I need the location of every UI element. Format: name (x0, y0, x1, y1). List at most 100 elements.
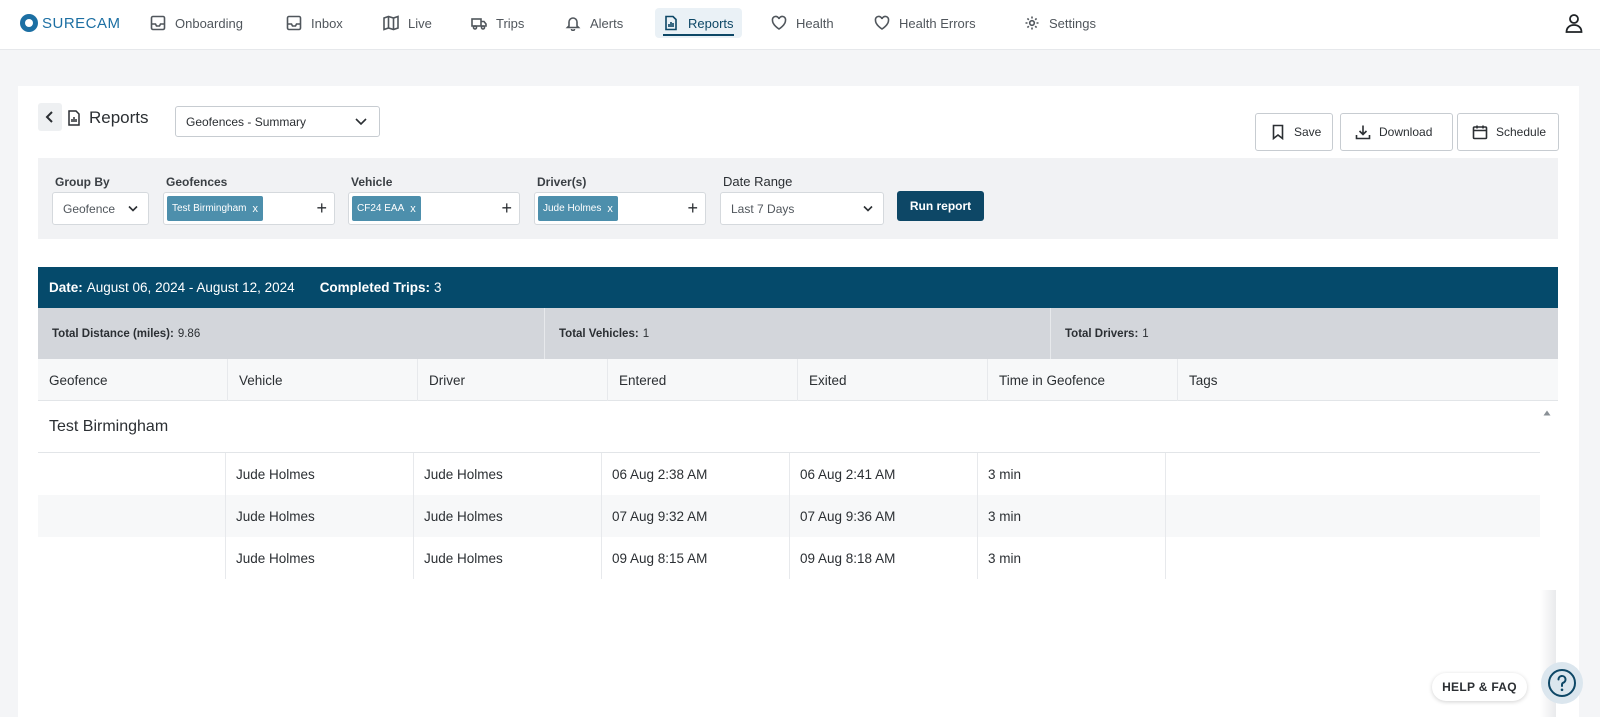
cell-geofence (38, 537, 226, 579)
run-report-button[interactable]: Run report (897, 191, 984, 221)
nav-label: Live (408, 15, 432, 31)
nav-label: Health (796, 15, 834, 31)
table-row[interactable]: Jude Holmes Jude Holmes 07 Aug 9:32 AM 0… (38, 495, 1540, 537)
trips-value: 3 (433, 280, 442, 295)
column-header[interactable]: Vehicle (228, 359, 418, 401)
report-type-select[interactable]: Geofences - Summary (175, 106, 380, 137)
cell-geofence (38, 495, 226, 537)
calendar-icon (1472, 125, 1488, 140)
column-header[interactable]: Time in Geofence (988, 359, 1178, 401)
group-by-value: Geofence (63, 202, 116, 216)
stat-key: Total Drivers: (1065, 327, 1139, 340)
date-key: Date: (49, 280, 83, 295)
remove-chip-icon[interactable]: x (607, 203, 613, 215)
cell-driver: Jude Holmes (414, 495, 602, 537)
column-header[interactable]: Geofence (38, 359, 228, 401)
cell-time: 3 min (978, 537, 1166, 579)
chevron-down-icon (128, 205, 138, 212)
user-icon[interactable] (1563, 12, 1585, 34)
inbox-icon (286, 15, 302, 31)
back-button[interactable] (38, 103, 62, 131)
cell-entered: 06 Aug 2:38 AM (602, 453, 790, 495)
page-title: Reports (89, 108, 149, 127)
nav-item-inbox[interactable]: Inbox (278, 8, 351, 38)
vehicle-label: Vehicle (351, 175, 393, 189)
drivers-field[interactable]: Jude Holmes x + (534, 192, 706, 225)
download-button[interactable]: Download (1340, 113, 1453, 151)
stat-key: Total Vehicles: (559, 327, 639, 340)
nav-item-health-errors[interactable]: Health Errors (866, 8, 984, 38)
stats-row: Total Distance (miles): 9.86 Total Vehic… (38, 308, 1558, 359)
add-vehicle-icon[interactable]: + (501, 198, 512, 218)
date-range-value: Last 7 Days (731, 202, 795, 216)
nav-item-live[interactable]: Live (375, 8, 440, 38)
nav-item-settings[interactable]: Settings (1016, 8, 1104, 38)
help-icon[interactable] (1541, 662, 1583, 704)
gear-icon (1025, 16, 1039, 30)
column-header[interactable]: Entered (608, 359, 798, 401)
download-label: Download (1379, 125, 1433, 139)
schedule-button[interactable]: Schedule (1457, 113, 1559, 151)
nav-item-health[interactable]: Health (763, 8, 842, 38)
logo-text: SURECAM (42, 14, 121, 32)
stat-value: 9.86 (177, 327, 201, 340)
cell-driver: Jude Holmes (414, 453, 602, 495)
table-row[interactable]: Jude Holmes Jude Holmes 09 Aug 8:15 AM 0… (38, 537, 1540, 579)
column-header[interactable]: Tags (1178, 359, 1558, 401)
nav-label: Inbox (311, 15, 343, 31)
nav-label: Health Errors (899, 15, 976, 31)
bookmark-icon (1272, 124, 1284, 140)
geofences-label: Geofences (166, 175, 228, 189)
chevron-down-icon (355, 118, 367, 126)
stat-value: 1 (1142, 327, 1149, 340)
cell-vehicle: Jude Holmes (226, 537, 414, 579)
save-button[interactable]: Save (1255, 113, 1333, 151)
trips-key: Completed Trips: (319, 280, 430, 295)
cell-entered: 09 Aug 8:15 AM (602, 537, 790, 579)
add-geofence-icon[interactable]: + (316, 198, 327, 218)
save-label: Save (1294, 125, 1322, 139)
remove-chip-icon[interactable]: x (252, 203, 258, 215)
nav-label: Trips (496, 15, 525, 31)
nav-item-onboarding[interactable]: Onboarding (142, 8, 251, 38)
date-range-select[interactable]: Last 7 Days (720, 192, 884, 225)
nav-item-reports[interactable]: Reports (655, 8, 742, 38)
cell-entered: 07 Aug 9:32 AM (602, 495, 790, 537)
surecam-logo[interactable]: SURECAM (20, 12, 121, 34)
geofences-field[interactable]: Test Birmingham x + (163, 192, 335, 225)
cell-time: 3 min (978, 453, 1166, 495)
chevron-left-icon (45, 111, 53, 123)
nav-item-alerts[interactable]: Alerts (557, 8, 631, 38)
summary-bar: Date: August 06, 2024 - August 12, 2024 … (38, 267, 1558, 308)
geofence-chip[interactable]: Test Birmingham x (167, 196, 263, 221)
remove-chip-icon[interactable]: x (410, 203, 416, 215)
nav-item-trips[interactable]: Trips (463, 8, 532, 38)
column-header[interactable]: Driver (418, 359, 608, 401)
help-faq-button[interactable]: HELP & FAQ (1432, 673, 1527, 701)
vehicle-chip-label: CF24 EAA (357, 203, 405, 214)
chevron-down-icon (863, 205, 873, 212)
date-range-label: Date Range (723, 174, 793, 189)
add-driver-icon[interactable]: + (687, 198, 698, 218)
cell-driver: Jude Holmes (414, 537, 602, 579)
document-icon (67, 110, 81, 126)
vehicle-chip[interactable]: CF24 EAA x (352, 196, 421, 221)
driver-chip[interactable]: Jude Holmes x (538, 196, 618, 221)
vehicle-field[interactable]: CF24 EAA x + (348, 192, 520, 225)
heart-icon (771, 15, 787, 30)
stat-value: 1 (642, 327, 650, 340)
cell-exited: 06 Aug 2:41 AM (790, 453, 978, 495)
nav-label: Reports (688, 15, 734, 31)
cell-vehicle: Jude Holmes (226, 495, 414, 537)
truck-icon (471, 18, 487, 30)
total-vehicles-stat: Total Vehicles: 1 (545, 308, 1051, 359)
cell-exited: 07 Aug 9:36 AM (790, 495, 978, 537)
group-by-select[interactable]: Geofence (52, 192, 149, 225)
table-row[interactable]: Jude Holmes Jude Holmes 06 Aug 2:38 AM 0… (38, 453, 1540, 495)
heart-icon (874, 15, 890, 30)
top-nav: SURECAM Onboarding Inbox Live Trips Aler… (0, 0, 1600, 50)
nav-label: Settings (1049, 15, 1096, 31)
scroll-up-arrow-icon[interactable] (1543, 404, 1551, 416)
date-value: August 06, 2024 - August 12, 2024 (86, 280, 295, 295)
column-header[interactable]: Exited (798, 359, 988, 401)
